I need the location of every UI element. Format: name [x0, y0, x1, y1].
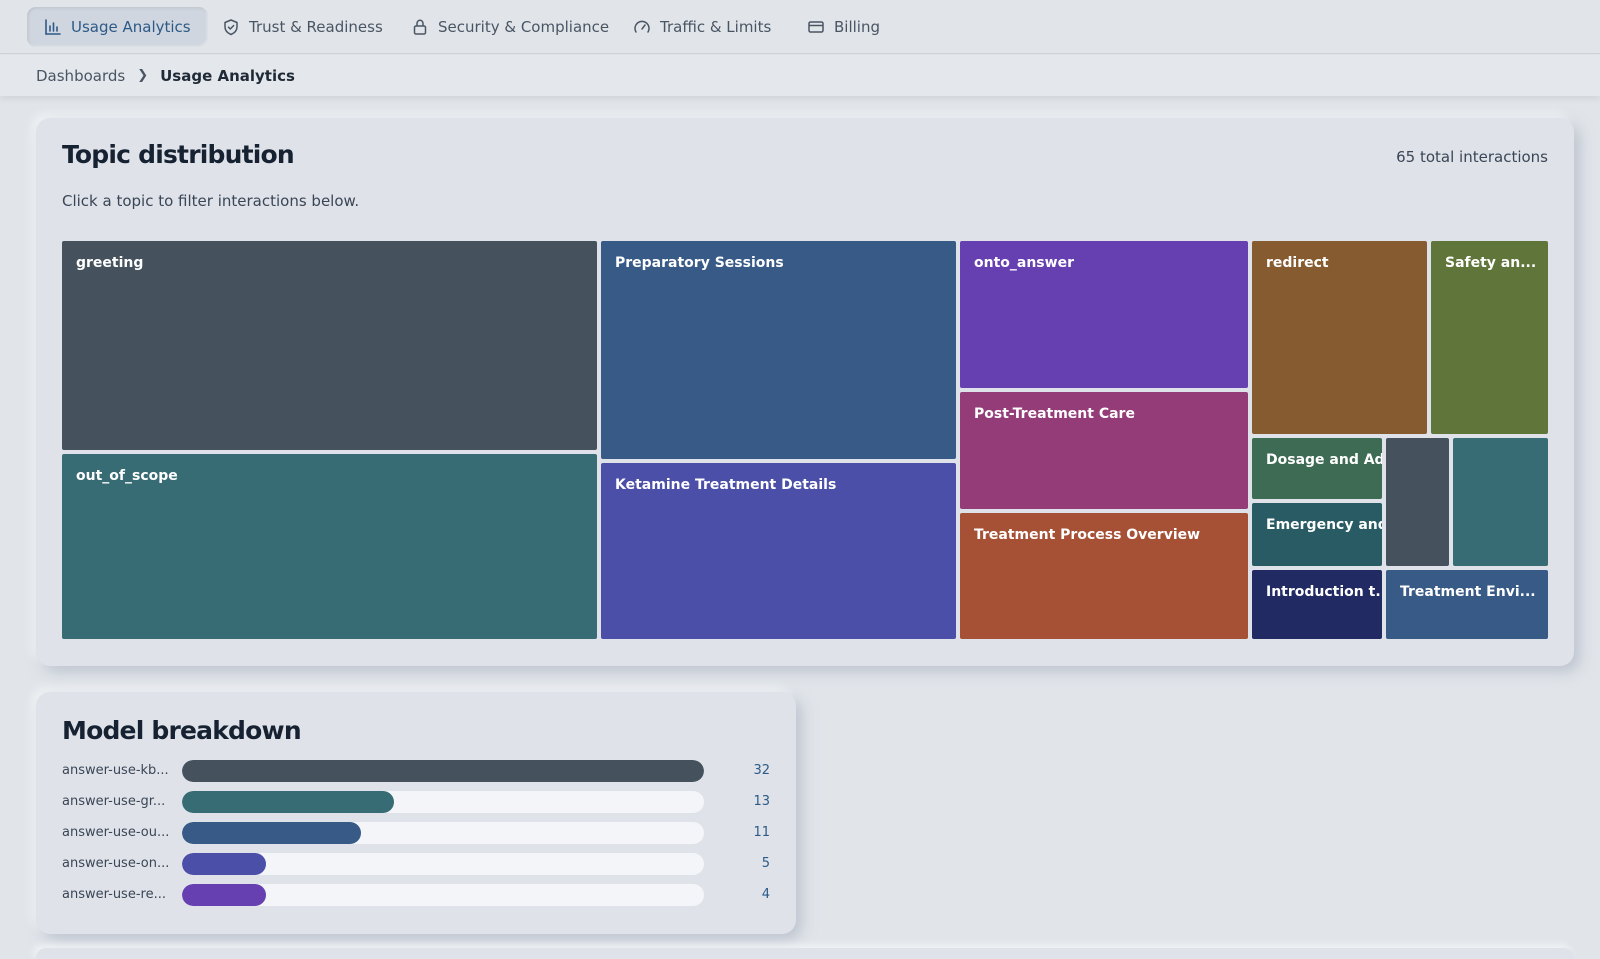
topic-tile-label: onto_answer — [974, 255, 1074, 271]
model-bar-row[interactable]: answer-use-ou... 11 — [62, 822, 770, 844]
model-count: 11 — [753, 825, 770, 840]
model-label: answer-use-re... — [62, 887, 166, 902]
topic-tile-dosage[interactable]: Dosage and Adm... — [1252, 438, 1382, 499]
model-bar-row[interactable]: answer-use-re... 4 — [62, 884, 770, 906]
model-label: answer-use-ou... — [62, 825, 170, 840]
model-label: answer-use-kb... — [62, 763, 169, 778]
bar-chart-icon — [45, 19, 61, 35]
model-bar-fill — [182, 853, 266, 875]
tab-label: Billing — [834, 18, 880, 36]
breadcrumb-current: Usage Analytics — [160, 66, 295, 85]
top-navigation: Usage Analytics Trust & Readiness Securi… — [0, 0, 1600, 54]
topic-tile-label: Safety an... — [1445, 255, 1537, 271]
model-breakdown-title: Model breakdown — [62, 716, 302, 745]
model-label: answer-use-gr... — [62, 794, 166, 809]
topic-distribution-subtitle: Click a topic to filter interactions bel… — [62, 192, 360, 210]
topic-tile-onto-answer[interactable]: onto_answer — [960, 241, 1248, 388]
topic-tile-introduction[interactable]: Introduction t... — [1252, 570, 1382, 639]
topic-tile-unlabeled-2[interactable] — [1453, 438, 1548, 566]
model-bar-fill — [182, 822, 362, 844]
model-bar-track — [182, 853, 704, 875]
total-interactions: 65 total interactions — [1396, 148, 1548, 166]
tab-trust-readiness[interactable]: Trust & Readiness — [205, 7, 400, 47]
model-bar-row[interactable]: answer-use-kb... 32 — [62, 760, 770, 782]
credit-card-icon — [808, 21, 824, 33]
tab-traffic-limits[interactable]: Traffic & Limits — [616, 7, 788, 47]
topic-treemap: greeting out_of_scope Preparatory Sessio… — [62, 241, 1548, 639]
topic-tile-label: Treatment Envi... — [1400, 584, 1536, 600]
model-breakdown-card: Model breakdown answer-use-kb... 32 answ… — [36, 692, 796, 934]
topic-tile-label: Preparatory Sessions — [615, 255, 784, 271]
topic-tile-emergency[interactable]: Emergency and ... — [1252, 503, 1382, 566]
topic-tile-greeting[interactable]: greeting — [62, 241, 597, 450]
topic-tile-redirect[interactable]: redirect — [1252, 241, 1427, 434]
topic-tile-label: Emergency and ... — [1266, 517, 1382, 533]
lock-icon — [413, 19, 427, 35]
gauge-icon — [634, 20, 650, 33]
model-count: 5 — [761, 856, 770, 871]
model-count: 13 — [753, 794, 770, 809]
model-count: 32 — [753, 763, 770, 778]
model-bar-fill — [182, 791, 395, 813]
tab-label: Traffic & Limits — [660, 18, 772, 36]
breadcrumb: Dashboards ❯ Usage Analytics — [0, 55, 1600, 96]
topic-tile-label: Treatment Process Overview — [974, 527, 1201, 543]
topic-tile-label: Introduction t... — [1266, 584, 1382, 600]
topic-tile-out-of-scope[interactable]: out_of_scope — [62, 454, 597, 639]
model-bar-track — [182, 822, 704, 844]
topic-distribution-card: Topic distribution 65 total interactions… — [36, 118, 1574, 666]
model-bar-fill — [182, 884, 266, 906]
topic-tile-post-treatment-care[interactable]: Post-Treatment Care — [960, 392, 1248, 509]
model-bar-row[interactable]: answer-use-gr... 13 — [62, 791, 770, 813]
topic-tile-label: greeting — [76, 255, 144, 271]
topic-tile-preparatory-sessions[interactable]: Preparatory Sessions — [601, 241, 956, 459]
tab-security-compliance[interactable]: Security & Compliance — [394, 7, 626, 47]
topic-tile-treatment-environment[interactable]: Treatment Envi... — [1386, 570, 1548, 639]
topic-tile-label: redirect — [1266, 255, 1329, 271]
topic-tile-unlabeled-1[interactable] — [1386, 438, 1449, 566]
chevron-right-icon: ❯ — [137, 68, 149, 83]
model-bar-track — [182, 791, 704, 813]
model-bar-fill — [182, 760, 704, 782]
topic-tile-label: Ketamine Treatment Details — [615, 477, 837, 493]
topic-tile-label: out_of_scope — [76, 468, 178, 484]
tab-label: Usage Analytics — [71, 18, 191, 36]
model-bar-row[interactable]: answer-use-on... 5 — [62, 853, 770, 875]
model-bar-track — [182, 760, 704, 782]
topic-tile-label: Post-Treatment Care — [974, 406, 1135, 422]
topic-tile-safety[interactable]: Safety an... — [1431, 241, 1548, 434]
tab-label: Trust & Readiness — [249, 18, 383, 36]
topic-distribution-title: Topic distribution — [62, 140, 295, 169]
topic-tile-treatment-process-overview[interactable]: Treatment Process Overview — [960, 513, 1248, 639]
model-count: 4 — [761, 887, 770, 902]
tab-billing[interactable]: Billing — [790, 7, 897, 47]
next-card-edge — [36, 948, 1574, 959]
shield-check-icon — [224, 19, 238, 36]
tab-label: Security & Compliance — [438, 18, 610, 36]
topic-tile-ketamine-treatment-details[interactable]: Ketamine Treatment Details — [601, 463, 956, 639]
model-bar-track — [182, 884, 704, 906]
tab-usage-analytics[interactable]: Usage Analytics — [27, 7, 208, 47]
topic-tile-label: Dosage and Adm... — [1266, 452, 1382, 468]
model-label: answer-use-on... — [62, 856, 170, 871]
breadcrumb-dashboards-link[interactable]: Dashboards — [36, 67, 125, 85]
